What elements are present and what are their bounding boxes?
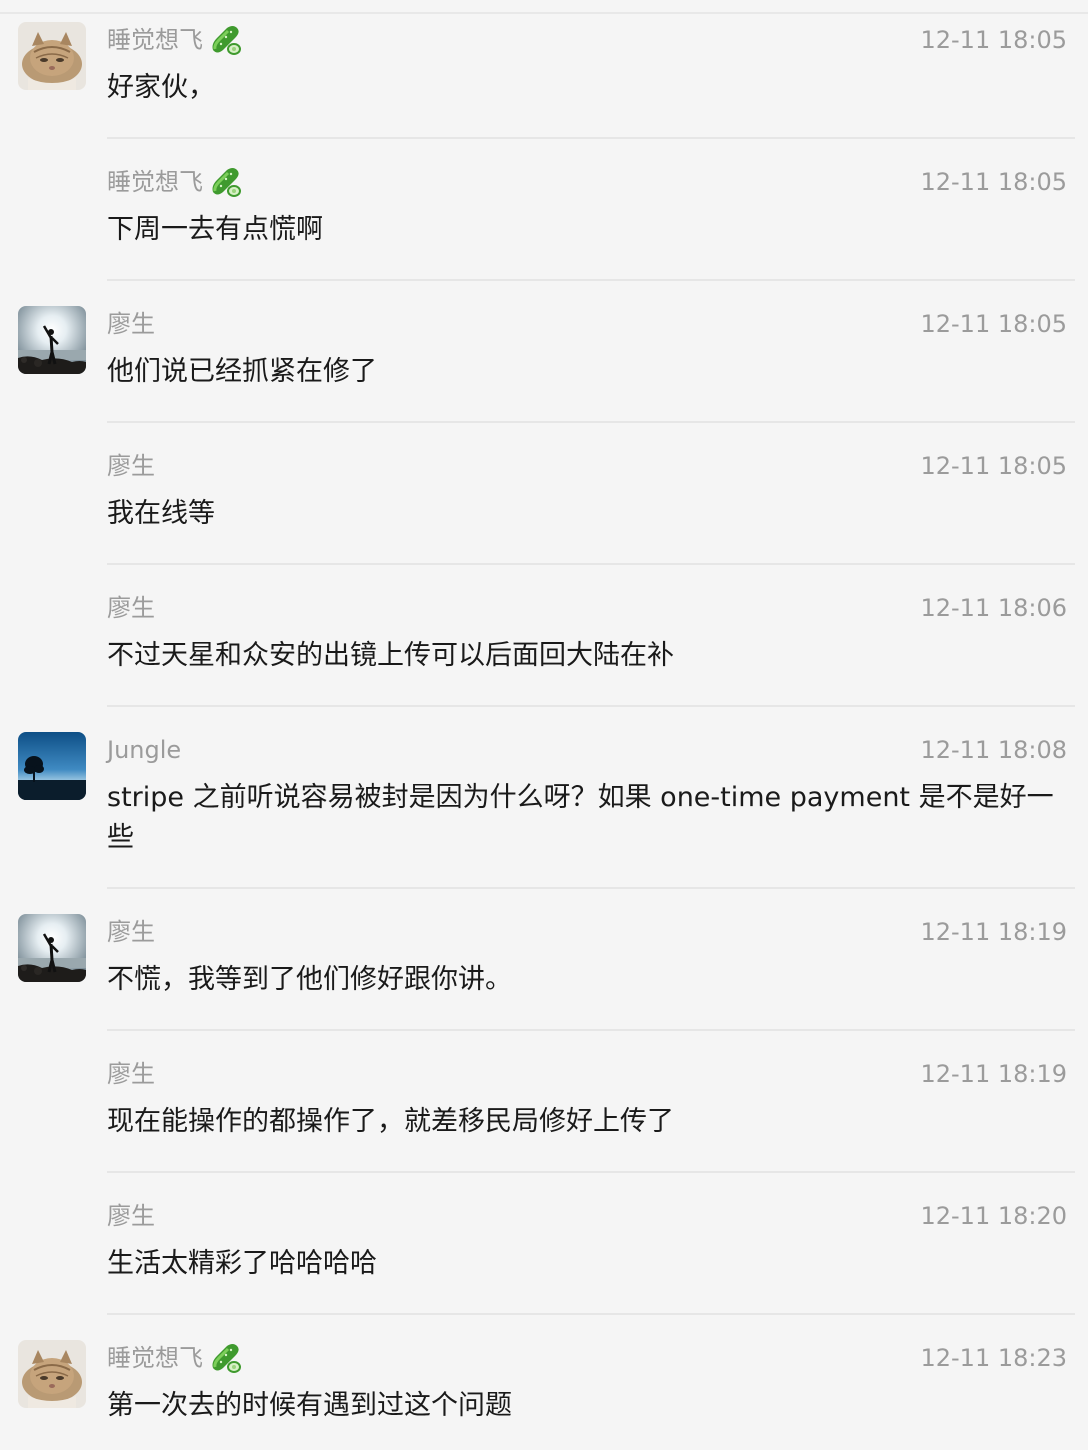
message-text: 不慌，我等到了他们修好跟你讲。 [107, 964, 512, 995]
sender-label: 廖生 [107, 1060, 155, 1088]
message-item[interactable]: 睡觉想飞 12-11 18:05 好家伙， [0, 12, 1088, 138]
message-divider [107, 1313, 1075, 1315]
message-time: 12-11 18:05 [920, 26, 1067, 54]
sender-name[interactable]: 廖生 [107, 450, 155, 482]
message-item[interactable]: 廖生 12-11 18:06 不过天星和众安的出镜上传可以后面回大陆在补 [0, 580, 1088, 706]
message-text: 我在线等 [107, 498, 215, 529]
sender-name[interactable]: 睡觉想飞 [107, 166, 241, 198]
tree-sky-avatar[interactable] [18, 732, 86, 800]
message-time: 12-11 18:23 [920, 1344, 1067, 1372]
sender-name[interactable]: 睡觉想飞 [107, 1342, 241, 1374]
cucumber-icon [209, 24, 241, 56]
message-text: 不过天星和众安的出镜上传可以后面回大陆在补 [107, 640, 674, 671]
message-time: 12-11 18:05 [920, 452, 1067, 480]
sender-name[interactable]: 睡觉想飞 [107, 24, 241, 56]
message-item[interactable]: 睡觉想飞 12-11 18:05 下周一去有点慌啊 [0, 154, 1088, 280]
sender-name[interactable]: Jungle [107, 734, 181, 766]
message-time: 12-11 18:08 [920, 736, 1067, 764]
message-item[interactable]: 廖生 12-11 18:05 我在线等 [0, 438, 1088, 564]
message-divider [107, 887, 1075, 889]
sender-label: 睡觉想飞 [107, 1344, 203, 1372]
cat-avatar[interactable] [18, 22, 86, 90]
sender-label: 廖生 [107, 310, 155, 338]
silhouette-avatar[interactable] [18, 306, 86, 374]
message-time: 12-11 18:20 [920, 1202, 1067, 1230]
message-text: 生活太精彩了哈哈哈哈 [107, 1248, 377, 1279]
silhouette-avatar[interactable] [18, 914, 86, 982]
cucumber-icon [209, 1342, 241, 1374]
sender-name[interactable]: 廖生 [107, 592, 155, 624]
message-item[interactable]: 廖生 12-11 18:20 生活太精彩了哈哈哈哈 [0, 1188, 1088, 1314]
message-divider [107, 705, 1075, 707]
message-text: 现在能操作的都操作了，就差移民局修好上传了 [107, 1106, 674, 1137]
sender-label: 睡觉想飞 [107, 26, 203, 54]
message-time: 12-11 18:06 [920, 594, 1067, 622]
sender-name[interactable]: 廖生 [107, 1200, 155, 1232]
chat-message-list[interactable]: 睡觉想飞 12-11 18:05 好家伙， 睡觉想飞 12-11 18:05 下… [0, 0, 1088, 1450]
message-divider [107, 137, 1075, 139]
message-divider [107, 421, 1075, 423]
sender-label: Jungle [107, 736, 182, 764]
sender-label: 廖生 [107, 594, 155, 622]
message-time: 12-11 18:05 [920, 168, 1067, 196]
message-time: 12-11 18:19 [920, 918, 1067, 946]
sender-name[interactable]: 廖生 [107, 1058, 155, 1090]
cucumber-icon [209, 166, 241, 198]
message-item[interactable]: 廖生 12-11 18:19 现在能操作的都操作了，就差移民局修好上传了 [0, 1046, 1088, 1172]
message-text: 好家伙， [107, 72, 215, 103]
message-divider [107, 1029, 1075, 1031]
message-item[interactable]: 睡觉想飞 12-11 18:23 第一次去的时候有遇到过这个问题 [0, 1330, 1088, 1450]
message-time: 12-11 18:05 [920, 310, 1067, 338]
message-item[interactable]: 廖生 12-11 18:19 不慌，我等到了他们修好跟你讲。 [0, 904, 1088, 1030]
message-divider [107, 1171, 1075, 1173]
sender-name[interactable]: 廖生 [107, 916, 155, 948]
message-item[interactable]: 廖生 12-11 18:05 他们说已经抓紧在修了 [0, 296, 1088, 422]
sender-label: 廖生 [107, 918, 155, 946]
sender-label: 廖生 [107, 452, 155, 480]
sender-name[interactable]: 廖生 [107, 308, 155, 340]
cat-avatar[interactable] [18, 1340, 86, 1408]
message-divider [107, 279, 1075, 281]
message-divider [107, 563, 1075, 565]
message-item[interactable]: Jungle 12-11 18:08 stripe 之前听说容易被封是因为什么呀… [0, 722, 1088, 888]
message-text: 第一次去的时候有遇到过这个问题 [107, 1390, 512, 1421]
message-text: 他们说已经抓紧在修了 [107, 356, 377, 387]
sender-label: 廖生 [107, 1202, 155, 1230]
message-time: 12-11 18:19 [920, 1060, 1067, 1088]
sender-label: 睡觉想飞 [107, 168, 203, 196]
message-text: stripe 之前听说容易被封是因为什么呀？如果 one-time paymen… [107, 782, 1054, 853]
message-text: 下周一去有点慌啊 [107, 214, 323, 245]
